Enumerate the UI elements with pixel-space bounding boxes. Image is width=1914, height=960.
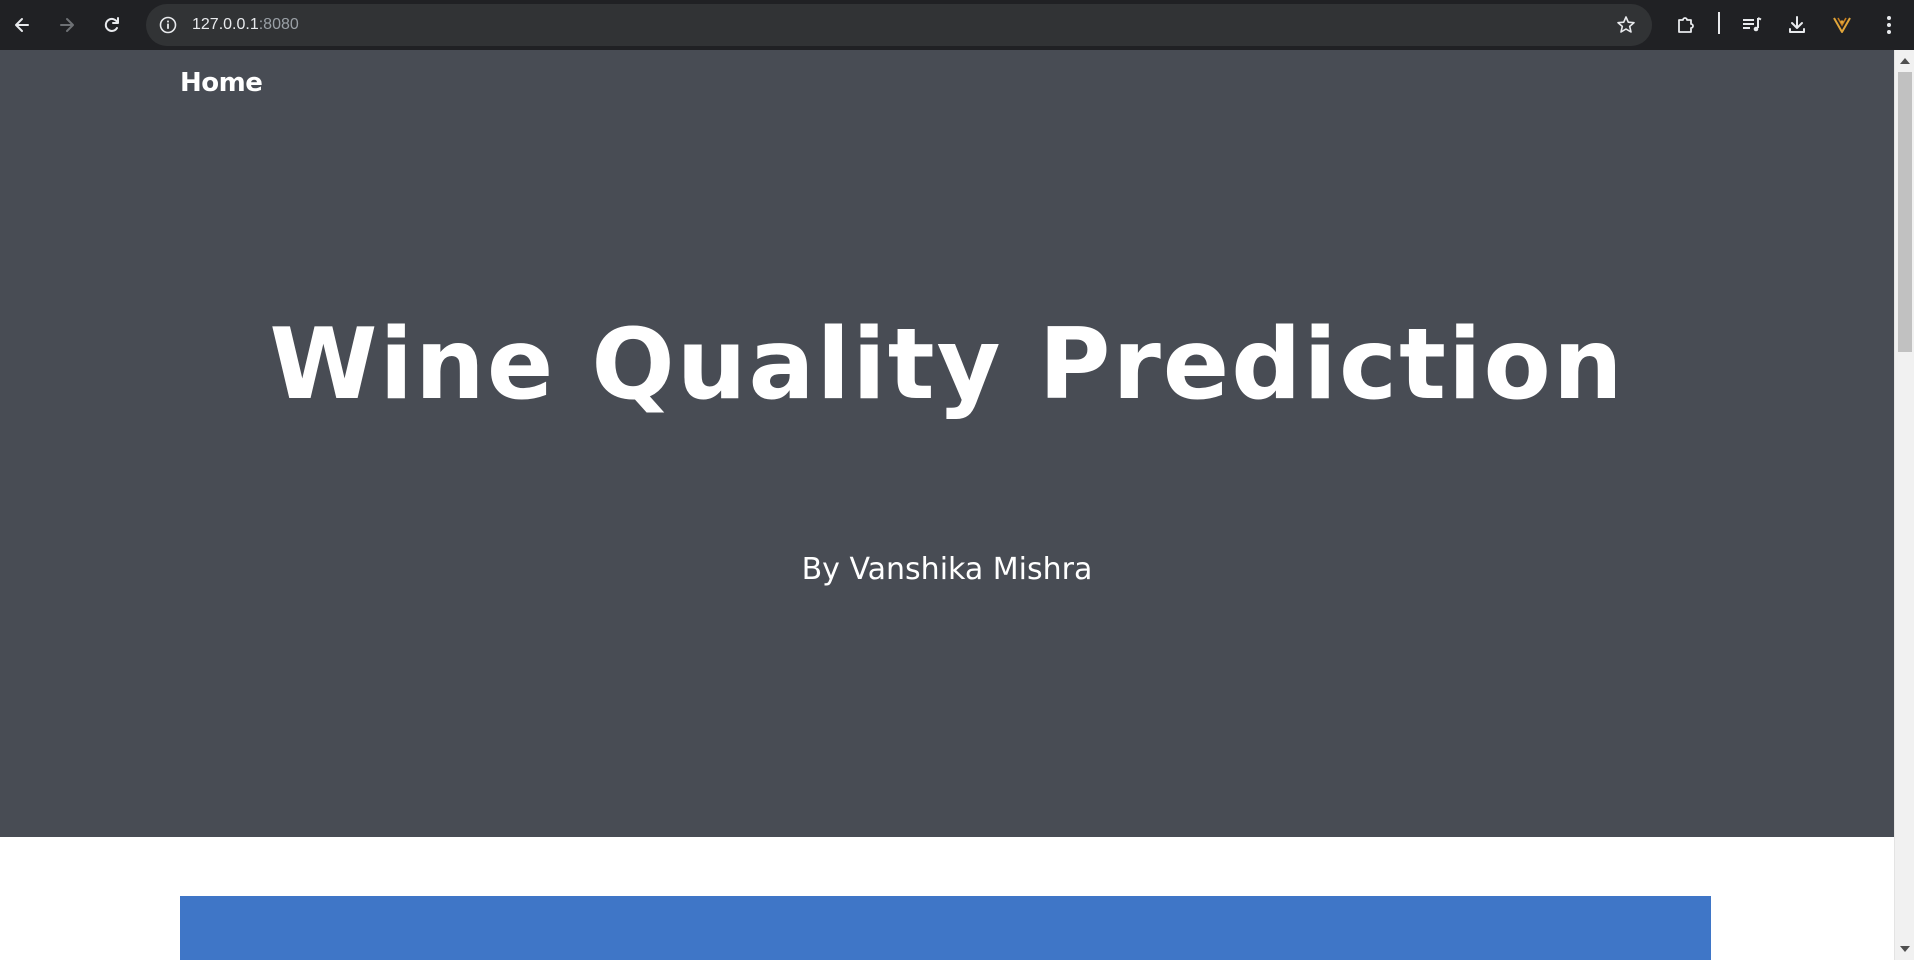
browser-menu-button[interactable] [1873,9,1905,41]
scroll-down-arrow[interactable] [1900,946,1910,952]
back-button[interactable] [6,9,38,41]
info-icon [159,16,177,34]
arrow-right-icon [60,18,74,32]
content-panel-header [180,896,1711,960]
page-scrollbar[interactable] [1894,50,1914,960]
download-icon [1789,16,1805,33]
page-title: Wine Quality Prediction [269,308,1625,422]
url-port: :8080 [258,16,299,33]
site-info-button[interactable] [154,11,182,39]
extension-logo-icon [1833,17,1851,33]
reload-button[interactable] [96,9,128,41]
profile-extension-button[interactable] [1826,9,1858,41]
arrow-left-icon [15,18,29,32]
url-text[interactable]: 127.0.0.1:8080 [192,4,299,46]
puzzle-icon [1678,17,1694,33]
page-viewport: Home Wine Quality Prediction By Vanshika… [0,50,1914,960]
address-bar[interactable]: 127.0.0.1:8080 [146,4,1652,46]
star-icon [1617,16,1635,33]
kebab-menu-icon [1887,16,1891,34]
browser-toolbar: 127.0.0.1:8080 [0,0,1914,50]
hero-section: Home Wine Quality Prediction By Vanshika… [0,50,1894,837]
scroll-thumb[interactable] [1898,72,1912,352]
url-host: 127.0.0.1 [192,16,259,33]
downloads-button[interactable] [1781,9,1813,41]
extensions-button[interactable] [1670,9,1702,41]
bookmark-button[interactable] [1614,13,1638,37]
scroll-up-arrow[interactable] [1900,58,1910,64]
page-subtitle: By Vanshika Mishra [801,552,1093,587]
media-control-button[interactable] [1736,9,1768,41]
forward-button[interactable] [51,9,83,41]
toolbar-divider [1718,12,1720,34]
media-playlist-icon [1743,17,1762,32]
reload-icon [104,17,119,32]
home-nav-link[interactable]: Home [180,68,263,98]
